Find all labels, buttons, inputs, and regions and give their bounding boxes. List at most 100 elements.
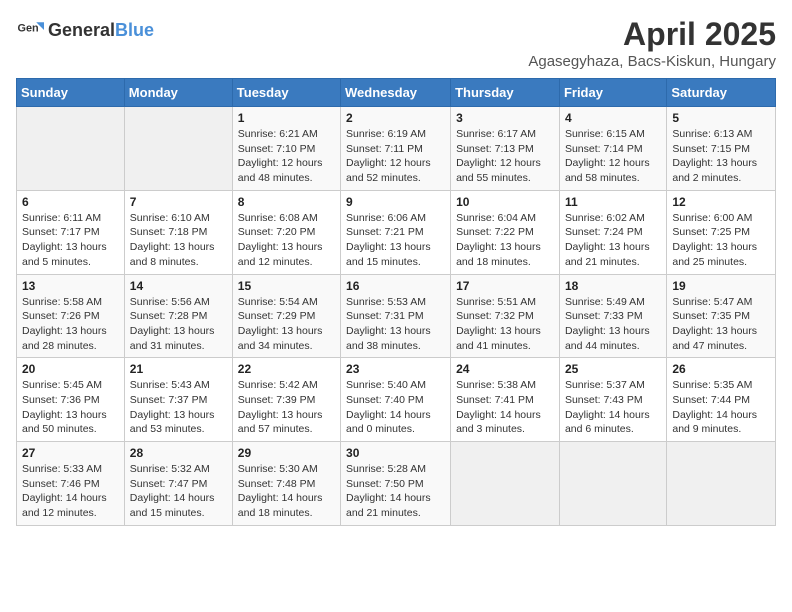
day-number: 10 <box>456 195 554 209</box>
title-block: April 2025 Agasegyhaza, Bacs-Kiskun, Hun… <box>528 16 776 70</box>
day-number: 12 <box>672 195 770 209</box>
weekday-header-saturday: Saturday <box>667 79 776 107</box>
weekday-header-monday: Monday <box>124 79 232 107</box>
day-cell: 22 Sunrise: 5:42 AM Sunset: 7:39 PM Dayli… <box>232 358 340 442</box>
day-cell: 10 Sunrise: 6:04 AM Sunset: 7:22 PM Dayli… <box>451 190 560 274</box>
day-cell <box>559 442 666 526</box>
day-info: Sunrise: 5:35 AM Sunset: 7:44 PM Dayligh… <box>672 378 770 437</box>
day-info: Sunrise: 6:13 AM Sunset: 7:15 PM Dayligh… <box>672 127 770 186</box>
day-cell: 12 Sunrise: 6:00 AM Sunset: 7:25 PM Dayli… <box>667 190 776 274</box>
weekday-header-sunday: Sunday <box>17 79 125 107</box>
day-info: Sunrise: 5:45 AM Sunset: 7:36 PM Dayligh… <box>22 378 119 437</box>
day-cell: 17 Sunrise: 5:51 AM Sunset: 7:32 PM Dayli… <box>451 274 560 358</box>
week-row-1: 1 Sunrise: 6:21 AM Sunset: 7:10 PM Daylig… <box>17 107 776 191</box>
day-number: 24 <box>456 362 554 376</box>
day-number: 8 <box>238 195 335 209</box>
day-number: 1 <box>238 111 335 125</box>
day-info: Sunrise: 5:51 AM Sunset: 7:32 PM Dayligh… <box>456 295 554 354</box>
day-cell <box>124 107 232 191</box>
day-info: Sunrise: 6:00 AM Sunset: 7:25 PM Dayligh… <box>672 211 770 270</box>
day-cell: 28Sunrise: 5:32 AM Sunset: 7:47 PM Dayli… <box>124 442 232 526</box>
day-number: 4 <box>565 111 661 125</box>
day-cell <box>667 442 776 526</box>
day-cell <box>17 107 125 191</box>
day-info: Sunrise: 5:30 AM Sunset: 7:48 PM Dayligh… <box>238 462 335 521</box>
day-cell: 26 Sunrise: 5:35 AM Sunset: 7:44 PM Dayli… <box>667 358 776 442</box>
page-header: Gen GeneralBlue April 2025 Agasegyhaza, … <box>16 16 776 70</box>
day-info: Sunrise: 5:47 AM Sunset: 7:35 PM Dayligh… <box>672 295 770 354</box>
week-row-2: 6 Sunrise: 6:11 AM Sunset: 7:17 PM Daylig… <box>17 190 776 274</box>
day-info: Sunrise: 5:56 AM Sunset: 7:28 PM Dayligh… <box>130 295 227 354</box>
day-info: Sunrise: 5:38 AM Sunset: 7:41 PM Dayligh… <box>456 378 554 437</box>
day-cell: 23 Sunrise: 5:40 AM Sunset: 7:40 PM Dayli… <box>341 358 451 442</box>
week-row-5: 27Sunrise: 5:33 AM Sunset: 7:46 PM Dayli… <box>17 442 776 526</box>
day-number: 23 <box>346 362 445 376</box>
day-info: Sunrise: 6:04 AM Sunset: 7:22 PM Dayligh… <box>456 211 554 270</box>
day-info: Sunrise: 5:28 AM Sunset: 7:50 PM Dayligh… <box>346 462 445 521</box>
day-info: Sunrise: 5:40 AM Sunset: 7:40 PM Dayligh… <box>346 378 445 437</box>
day-number: 26 <box>672 362 770 376</box>
day-info: Sunrise: 5:43 AM Sunset: 7:37 PM Dayligh… <box>130 378 227 437</box>
main-title: April 2025 <box>528 16 776 53</box>
day-number: 13 <box>22 279 119 293</box>
weekday-header-tuesday: Tuesday <box>232 79 340 107</box>
day-cell: 14Sunrise: 5:56 AM Sunset: 7:28 PM Dayli… <box>124 274 232 358</box>
day-number: 7 <box>130 195 227 209</box>
day-number: 25 <box>565 362 661 376</box>
day-cell: 27Sunrise: 5:33 AM Sunset: 7:46 PM Dayli… <box>17 442 125 526</box>
weekday-header-thursday: Thursday <box>451 79 560 107</box>
day-info: Sunrise: 5:49 AM Sunset: 7:33 PM Dayligh… <box>565 295 661 354</box>
day-number: 3 <box>456 111 554 125</box>
day-cell: 4 Sunrise: 6:15 AM Sunset: 7:14 PM Daylig… <box>559 107 666 191</box>
day-number: 5 <box>672 111 770 125</box>
day-number: 20 <box>22 362 119 376</box>
day-info: Sunrise: 6:06 AM Sunset: 7:21 PM Dayligh… <box>346 211 445 270</box>
subtitle: Agasegyhaza, Bacs-Kiskun, Hungary <box>528 53 776 70</box>
day-cell: 16Sunrise: 5:53 AM Sunset: 7:31 PM Dayli… <box>341 274 451 358</box>
day-info: Sunrise: 5:37 AM Sunset: 7:43 PM Dayligh… <box>565 378 661 437</box>
day-cell <box>451 442 560 526</box>
day-info: Sunrise: 6:15 AM Sunset: 7:14 PM Dayligh… <box>565 127 661 186</box>
day-number: 28 <box>130 446 227 460</box>
day-cell: 5 Sunrise: 6:13 AM Sunset: 7:15 PM Daylig… <box>667 107 776 191</box>
day-number: 15 <box>238 279 335 293</box>
day-info: Sunrise: 6:11 AM Sunset: 7:17 PM Dayligh… <box>22 211 119 270</box>
day-number: 22 <box>238 362 335 376</box>
logo: Gen GeneralBlue <box>16 16 154 44</box>
logo-blue-text: Blue <box>115 20 154 40</box>
day-cell: 3 Sunrise: 6:17 AM Sunset: 7:13 PM Daylig… <box>451 107 560 191</box>
day-info: Sunrise: 6:02 AM Sunset: 7:24 PM Dayligh… <box>565 211 661 270</box>
weekday-header-wednesday: Wednesday <box>341 79 451 107</box>
logo-general-text: General <box>48 20 115 40</box>
day-info: Sunrise: 5:58 AM Sunset: 7:26 PM Dayligh… <box>22 295 119 354</box>
day-cell: 9Sunrise: 6:06 AM Sunset: 7:21 PM Daylig… <box>341 190 451 274</box>
day-number: 27 <box>22 446 119 460</box>
day-info: Sunrise: 6:21 AM Sunset: 7:10 PM Dayligh… <box>238 127 335 186</box>
day-cell: 11Sunrise: 6:02 AM Sunset: 7:24 PM Dayli… <box>559 190 666 274</box>
day-number: 17 <box>456 279 554 293</box>
weekday-header-friday: Friday <box>559 79 666 107</box>
day-cell: 15Sunrise: 5:54 AM Sunset: 7:29 PM Dayli… <box>232 274 340 358</box>
day-info: Sunrise: 5:42 AM Sunset: 7:39 PM Dayligh… <box>238 378 335 437</box>
day-info: Sunrise: 6:19 AM Sunset: 7:11 PM Dayligh… <box>346 127 445 186</box>
day-cell: 24 Sunrise: 5:38 AM Sunset: 7:41 PM Dayli… <box>451 358 560 442</box>
day-cell: 30Sunrise: 5:28 AM Sunset: 7:50 PM Dayli… <box>341 442 451 526</box>
day-info: Sunrise: 6:10 AM Sunset: 7:18 PM Dayligh… <box>130 211 227 270</box>
day-info: Sunrise: 5:53 AM Sunset: 7:31 PM Dayligh… <box>346 295 445 354</box>
weekday-header-row: SundayMondayTuesdayWednesdayThursdayFrid… <box>17 79 776 107</box>
day-number: 21 <box>130 362 227 376</box>
day-cell: 20 Sunrise: 5:45 AM Sunset: 7:36 PM Dayli… <box>17 358 125 442</box>
logo-icon: Gen <box>16 16 44 44</box>
day-cell: 25 Sunrise: 5:37 AM Sunset: 7:43 PM Dayli… <box>559 358 666 442</box>
day-cell: 7 Sunrise: 6:10 AM Sunset: 7:18 PM Daylig… <box>124 190 232 274</box>
svg-text:Gen: Gen <box>18 23 39 35</box>
day-number: 6 <box>22 195 119 209</box>
day-cell: 21 Sunrise: 5:43 AM Sunset: 7:37 PM Dayli… <box>124 358 232 442</box>
day-number: 2 <box>346 111 445 125</box>
day-number: 29 <box>238 446 335 460</box>
day-cell: 2 Sunrise: 6:19 AM Sunset: 7:11 PM Daylig… <box>341 107 451 191</box>
day-info: Sunrise: 6:17 AM Sunset: 7:13 PM Dayligh… <box>456 127 554 186</box>
day-number: 18 <box>565 279 661 293</box>
day-cell: 6 Sunrise: 6:11 AM Sunset: 7:17 PM Daylig… <box>17 190 125 274</box>
day-cell: 19Sunrise: 5:47 AM Sunset: 7:35 PM Dayli… <box>667 274 776 358</box>
